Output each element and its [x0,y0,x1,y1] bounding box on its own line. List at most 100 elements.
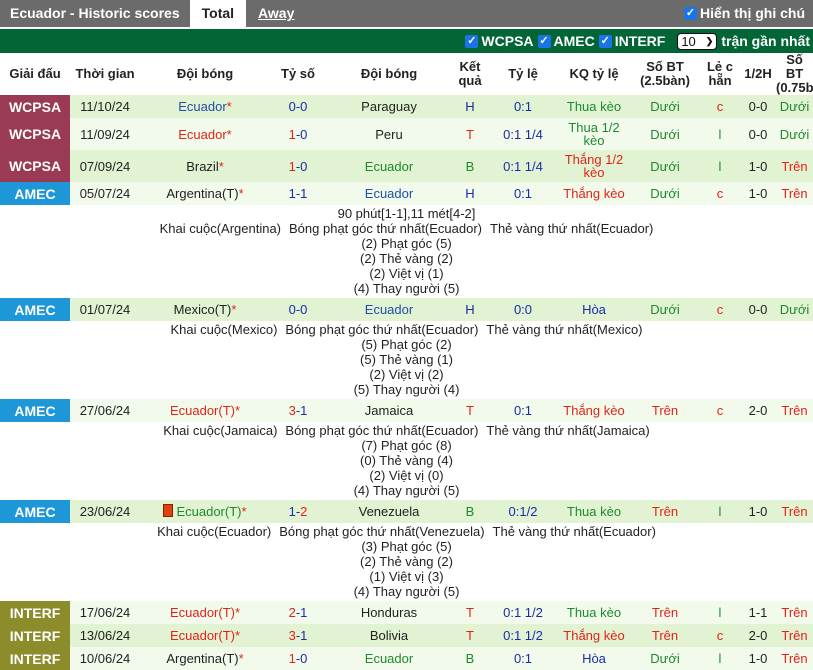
away-team[interactable]: Jamaica [326,399,452,422]
score-away: 0 [300,99,308,114]
favorite-marker: * [231,302,237,317]
league-badge[interactable]: INTERF [0,601,70,624]
half-time-score: 0-0 [740,95,776,118]
match-date: 27/06/24 [70,399,140,422]
over-under: Dưới [630,95,700,118]
league-badge[interactable]: INTERF [0,647,70,670]
away-team[interactable]: Ecuador [326,182,452,205]
score-home: 3 [288,403,296,418]
match-count-select[interactable]: 10 ❯ [677,32,718,50]
home-team[interactable]: Argentina(T)* [140,647,270,670]
match-date: 07/09/24 [70,150,140,182]
away-team[interactable]: Paraguay [326,95,452,118]
league-badge[interactable]: AMEC [0,399,70,422]
odd-even: c [700,95,740,118]
filter-amec[interactable]: ✓ AMEC [537,33,595,49]
checkbox-checked-icon[interactable]: ✓ [598,34,612,48]
match-result: H [452,182,488,205]
table-row[interactable]: AMEC 05/07/24 Argentina(T)* 1-1 Ecuador H 0:1 T… [0,182,813,205]
detail-line: (5) Thay người (4) [353,382,460,397]
filter-label: INTERF [614,33,666,49]
match-result: B [452,150,488,182]
tab-away[interactable]: Away [246,0,306,27]
checkbox-checked-icon[interactable]: ✓ [537,34,551,48]
home-team[interactable]: Mexico(T)* [140,298,270,321]
filter-interf[interactable]: ✓ INTERF [598,33,666,49]
over-under: Dưới [630,118,700,150]
score: 3-1 [270,399,326,422]
score-home: 1 [288,186,296,201]
home-team-name: Ecuador(T)* [169,403,241,418]
favorite-marker: * [234,403,241,418]
away-team[interactable]: Ecuador [326,150,452,182]
odds: 0:1 1/2 [488,601,558,624]
score: 0-0 [270,95,326,118]
league-badge[interactable]: AMEC [0,182,70,205]
away-team[interactable]: Bolivia [326,624,452,647]
table-row[interactable]: AMEC 01/07/24 Mexico(T)* 0-0 Ecuador H 0:0 Hòa D… [0,298,813,321]
score-away: 2 [300,504,308,519]
away-team[interactable]: Peru [326,118,452,150]
odds-result: Thắng kèo [558,182,630,205]
home-team[interactable]: Ecuador* [140,118,270,150]
match-date: 13/06/24 [70,624,140,647]
table-row[interactable]: WCPSA 07/09/24 Brazil* 1-0 Ecuador B 0:1 1/4 Th… [0,150,813,182]
away-team[interactable]: Honduras [326,601,452,624]
score-away: 0 [300,158,308,174]
detail-stat: Bóng phạt góc thứ nhất(Ecuador) [289,221,483,236]
home-team-name: Ecuador* [178,99,232,114]
checkbox-checked-icon[interactable]: ✓ [684,7,697,20]
table-row[interactable]: AMEC 27/06/24 Ecuador(T)* 3-1 Jamaica T 0:1 Thắ… [0,399,813,422]
home-team[interactable]: Argentina(T)* [140,182,270,205]
table-row[interactable]: INTERF 17/06/24 Ecuador(T)* 2-1 Honduras T 0:1… [0,601,813,624]
home-team[interactable]: Ecuador* [140,95,270,118]
match-date: 05/07/24 [70,182,140,205]
league-badge[interactable]: WCPSA [0,150,70,182]
table-row[interactable]: WCPSA 11/09/24 Ecuador* 1-0 Peru T 0:1 1/4 Thua… [0,118,813,150]
home-team-name: Ecuador* [178,126,232,142]
home-team[interactable]: Ecuador(T)* [140,399,270,422]
league-badge[interactable]: AMEC [0,500,70,523]
odds: 0:1 1/4 [488,150,558,182]
table-row[interactable]: AMEC 23/06/24 Ecuador(T)* 1-2 Venezuela B 0:1/… [0,500,813,523]
table-row[interactable]: WCPSA 11/10/24 Ecuador* 0-0 Paraguay H 0:1 Thua… [0,95,813,118]
league-badge[interactable]: AMEC [0,298,70,321]
detail-stat: Bóng phạt góc thứ nhất(Ecuador) [285,423,479,438]
match-result: T [452,399,488,422]
col-home-team: Đội bóng [140,53,270,95]
detail-line: (5) Thẻ vàng (1) [360,352,453,367]
league-badge[interactable]: INTERF [0,624,70,647]
filter-wcpsa[interactable]: ✓ WCPSA [465,33,534,49]
table-row[interactable]: INTERF 13/06/24 Ecuador(T)* 3-1 Bolivia T 0:1 … [0,624,813,647]
match-date: 17/06/24 [70,601,140,624]
table-row[interactable]: INTERF 10/06/24 Argentina(T)* 1-0 Ecuador B 0:… [0,647,813,670]
detail-line: (4) Thay người (5) [353,483,460,498]
over-under-075: Trên [776,182,813,205]
home-team[interactable]: Ecuador(T)* [140,624,270,647]
home-team-name: Mexico(T)* [173,302,237,317]
home-team[interactable]: Ecuador(T)* [140,601,270,624]
match-detail: 90 phút[1-1],11 mét[4-2] Khai cuộc(Argent… [0,205,813,298]
tab-total[interactable]: Total [189,0,247,27]
detail-stat: Khai cuộc(Mexico) [170,322,278,337]
away-team[interactable]: Venezuela [326,500,452,523]
away-team[interactable]: Ecuador [326,298,452,321]
over-under: Dưới [630,298,700,321]
league-badge[interactable]: WCPSA [0,95,70,118]
home-team-name: Argentina(T)* [166,186,244,201]
home-team[interactable]: Brazil* [140,150,270,182]
table-header: Giải đấu Thời gian Đội bóng Tỷ số Đội bó… [0,53,813,95]
over-under: Trên [630,500,700,523]
checkbox-checked-icon[interactable]: ✓ [465,34,479,48]
over-under-075: Trên [776,399,813,422]
home-team[interactable]: Ecuador(T)* [140,500,270,523]
away-team[interactable]: Ecuador [326,647,452,670]
over-under-075: Trên [776,624,813,647]
score-away: 1 [300,403,308,418]
match-detail: Khai cuộc(Mexico) Bóng phạt góc thứ nhất(… [0,321,813,399]
detail-line: (2) Việt vị (2) [369,367,444,382]
show-notes-toggle[interactable]: ✓ Hiển thị ghi chú [684,0,805,27]
match-result: B [452,647,488,670]
match-result: H [452,298,488,321]
league-badge[interactable]: WCPSA [0,118,70,150]
